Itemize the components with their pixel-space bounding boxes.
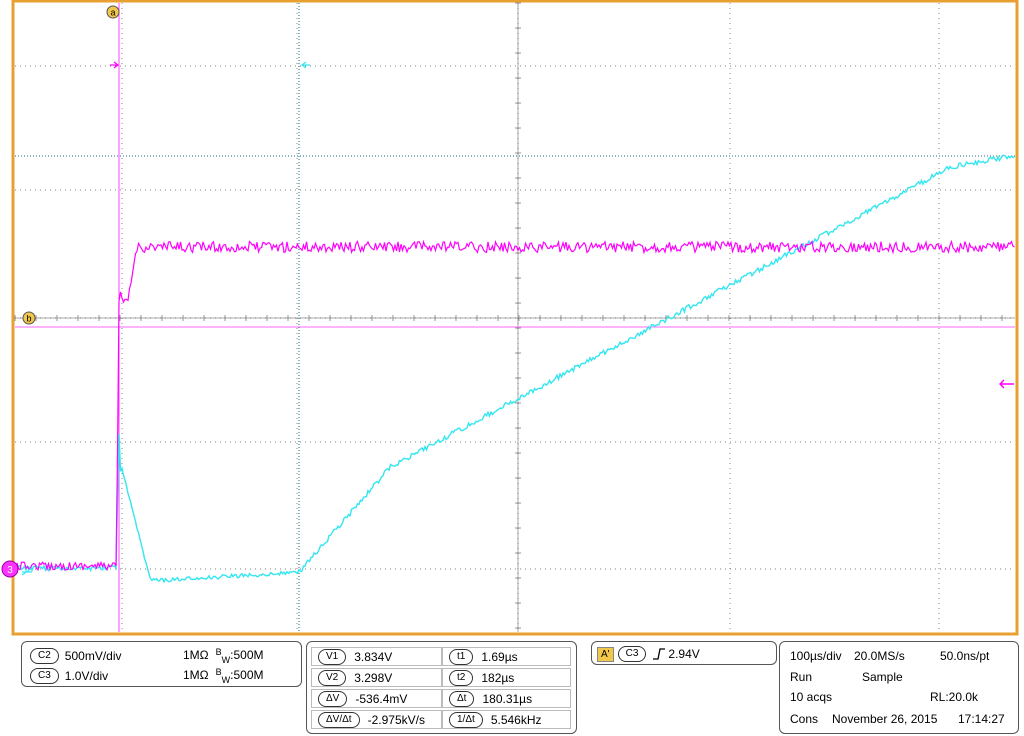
acquisition-count: 10 acqs [790, 690, 833, 704]
ch3-ground-marker[interactable]: 3 [1, 560, 19, 578]
cons-label: Cons [790, 712, 819, 726]
cursor-delta-t: Δt 180.31µs [442, 689, 571, 708]
channel-settings-panel: C2 500mV/div 1MΩ BW :500M C3 1.0V/div 1M… [21, 641, 302, 687]
run-state-row[interactable]: Run [790, 670, 812, 684]
channel-c3-badge[interactable]: C3 [30, 668, 59, 684]
sample-rate: 20.0MS/s [854, 649, 905, 663]
cursor-readout-panel: V1 3.834V t1 1.69µs V2 3.298V t2 182µs ΔV -53… [306, 641, 577, 734]
cursor-v2-value: 3.298V [354, 670, 393, 685]
channel-c2-badge[interactable]: C2 [30, 648, 59, 664]
cursor-t1-value: 1.69µs [481, 649, 518, 664]
trigger-mode-badge: A' [597, 646, 614, 662]
cursor-freq-value: 5.546kHz [490, 712, 542, 727]
channel-c2-bw-sub: W [221, 655, 231, 665]
cursor-slope-value: -2.975kV/s [367, 712, 425, 727]
cursor-t2-label: t2 [449, 669, 474, 686]
cursor-b-label: b [26, 314, 31, 324]
cursor-t2-value: 182µs [481, 670, 515, 685]
timebase-row[interactable]: 100µs/div [790, 649, 842, 663]
cursor-delta-t-value: 180.31µs [482, 691, 533, 706]
acquisition-panel: 100µs/div 20.0MS/s 50.0ns/pt Run Sample … [779, 641, 1019, 734]
cursor-t2: t2 182µs [442, 668, 571, 687]
channel-c3-scale: 1.0V/div [64, 669, 109, 683]
rising-edge-icon [653, 648, 666, 660]
cursor-slope-label: ΔV/Δt [318, 711, 360, 728]
channel-c2-bw-group: 1MΩ BW :500M [183, 647, 264, 665]
channel-c3-bw-prefix: B [215, 667, 222, 677]
channel-c2-bw-prefix: B [215, 647, 222, 657]
channel-c3-impedance: 1MΩ [183, 668, 209, 682]
channel-c2-impedance: 1MΩ [183, 648, 209, 662]
channel-c2-bandwidth: :500M [230, 648, 264, 662]
display-frame [11, 0, 1019, 636]
cursor-v1-value: 3.834V [354, 649, 393, 664]
acquisition-mode: Sample [862, 670, 903, 684]
channel-c3-row[interactable]: C3 1.0V/div [30, 668, 108, 684]
cursor-v2-label: V2 [318, 669, 347, 686]
cursor-slope: ΔV/Δt -2.975kV/s [311, 710, 442, 729]
cursor-a-label: a [110, 8, 115, 18]
cursor-v1: V1 3.834V [311, 647, 442, 666]
resolution: 50.0ns/pt [940, 649, 990, 663]
acquisition-date: November 26, 2015 [832, 712, 938, 726]
cursor-v1-label: V1 [318, 648, 347, 665]
channel-c3-bw-sub: W [221, 675, 231, 685]
channel-c3-bw-group: 1MΩ BW :500M [183, 667, 264, 685]
cursor-v2: V2 3.298V [311, 668, 442, 687]
cursor-b-marker[interactable]: b [22, 311, 36, 325]
trigger-source-badge: C3 [617, 646, 647, 662]
cursor-freq-label: 1/Δt [449, 711, 483, 728]
trigger-panel[interactable]: A' C3 2.94V [591, 641, 777, 665]
cursor-delta-v-label: ΔV [318, 690, 348, 707]
timebase: 100µs/div [790, 649, 842, 663]
cursor-t1-label: t1 [449, 648, 474, 665]
channel-c2-row[interactable]: C2 500mV/div [30, 648, 122, 664]
cursor-freq: 1/Δt 5.546kHz [442, 710, 571, 729]
cursor-delta-v-value: -536.4mV [355, 691, 408, 706]
run-state: Run [790, 670, 813, 684]
cursor-delta-t-label: Δt [449, 690, 475, 707]
cursor-t1: t1 1.69µs [442, 647, 571, 666]
waveform-display: a b 3 [1, 0, 1019, 636]
acquisition-time: 17:14:27 [958, 712, 1005, 726]
record-length: RL:20.0k [930, 690, 979, 704]
channel-c3-bandwidth: :500M [230, 668, 264, 682]
channel-c2-scale: 500mV/div [64, 649, 122, 663]
cursor-delta-v: ΔV -536.4mV [311, 689, 442, 708]
ch3-marker-label: 3 [7, 565, 13, 576]
cursor-a-marker[interactable]: a [106, 5, 120, 19]
trigger-level: 2.94V [668, 647, 700, 661]
